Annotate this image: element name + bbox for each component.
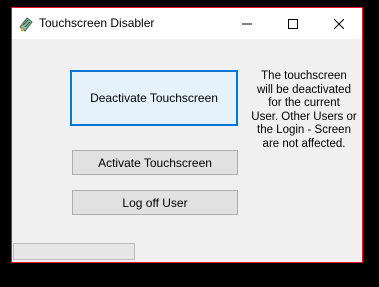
activate-touchscreen-button[interactable]: Activate Touchscreen — [72, 150, 238, 175]
deactivate-touchscreen-label: Deactivate Touchscreen — [90, 91, 218, 105]
info-line: User. Other Users or — [251, 110, 357, 123]
maximize-button[interactable] — [270, 8, 316, 39]
close-icon — [334, 18, 344, 29]
window-title: Touchscreen Disabler — [39, 16, 155, 30]
log-off-user-label: Log off User — [122, 195, 188, 210]
close-button[interactable] — [316, 8, 362, 39]
title-bar[interactable]: Touchscreen Disabler — [12, 8, 362, 39]
minimize-button[interactable] — [224, 8, 270, 39]
info-text: The touchscreen will be deactivated for … — [250, 70, 358, 152]
app-window: Touchscreen Disabler Deactivate Touchscr… — [11, 7, 363, 263]
log-off-user-button[interactable]: Log off User — [72, 190, 238, 215]
deactivate-touchscreen-button[interactable]: Deactivate Touchscreen — [70, 70, 238, 126]
status-bar — [13, 243, 135, 260]
info-line: for the current — [268, 97, 340, 110]
touchscreen-app-icon — [18, 16, 34, 32]
info-line: the Login - Screen — [257, 124, 351, 137]
info-line: The touchscreen — [261, 70, 347, 82]
info-line: are not affected. — [262, 137, 346, 150]
minimize-icon — [242, 23, 252, 24]
maximize-icon — [288, 18, 298, 29]
info-line: will be deactivated — [257, 83, 351, 96]
activate-touchscreen-label: Activate Touchscreen — [98, 155, 212, 170]
